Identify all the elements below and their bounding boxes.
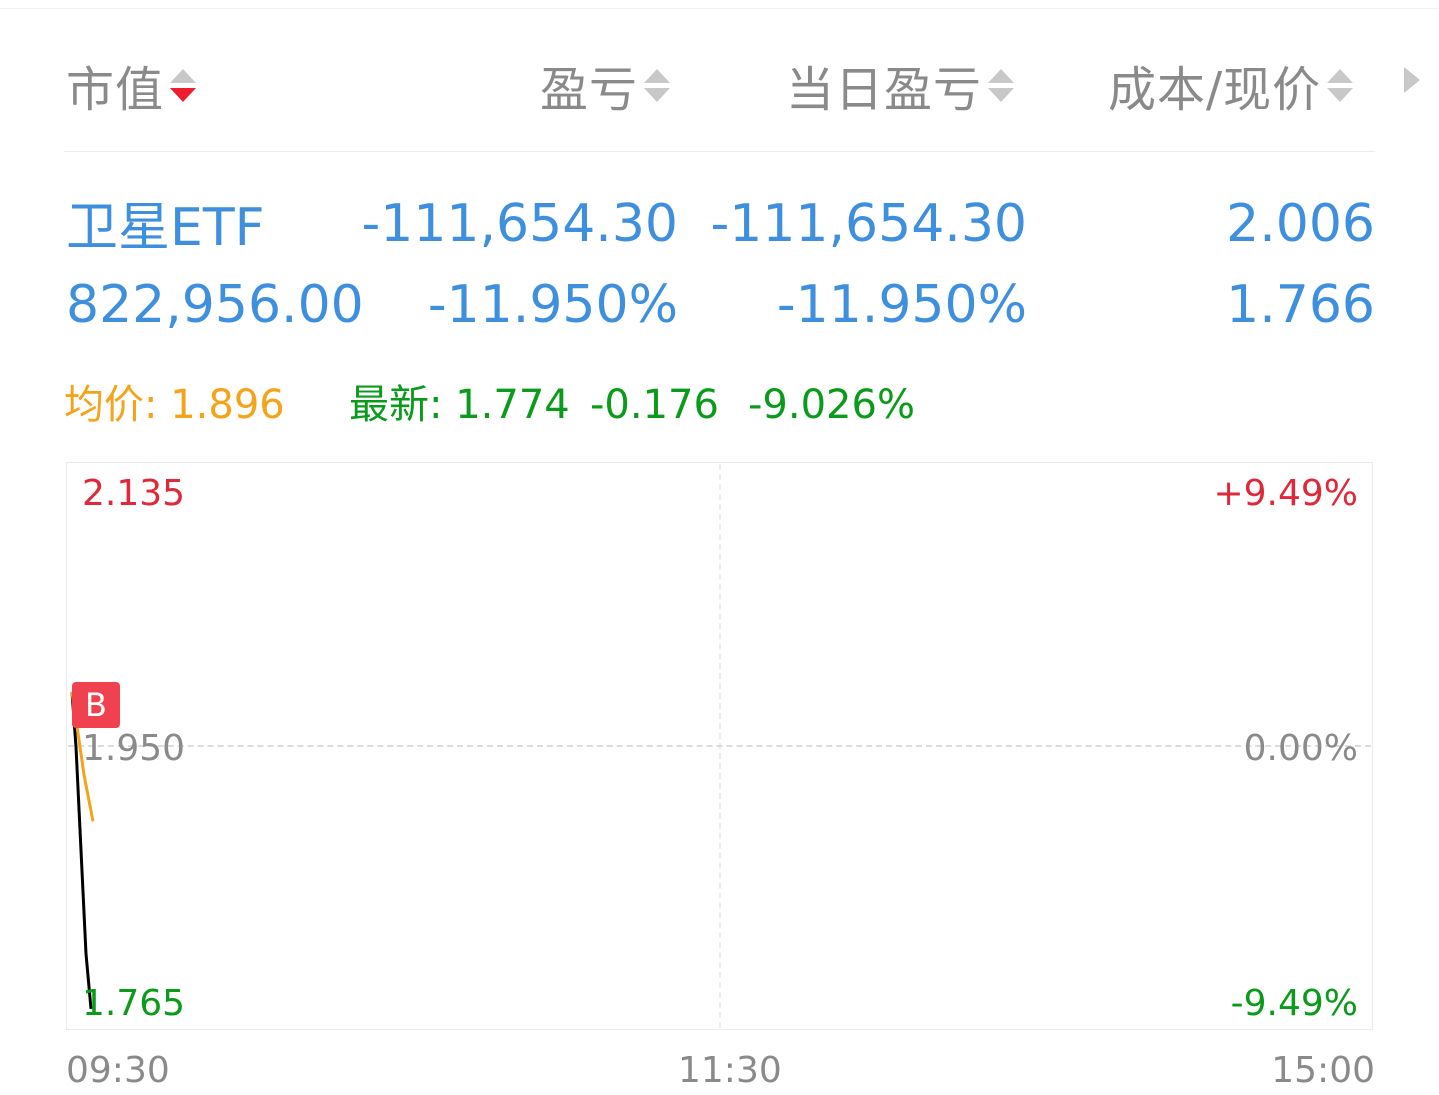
y-label-mid: 1.950 [82, 728, 186, 769]
pct-label-low: -9.49% [1230, 983, 1358, 1024]
x-label-open: 09:30 [66, 1050, 170, 1091]
buy-marker[interactable]: B [72, 682, 120, 728]
y-label-high: 2.135 [82, 473, 186, 514]
y-label-low: 1.765 [82, 983, 186, 1024]
x-label-midday: 11:30 [678, 1050, 782, 1091]
x-label-close: 15:00 [1271, 1050, 1375, 1091]
pct-label-mid: 0.00% [1243, 728, 1358, 769]
pct-label-high: +9.49% [1213, 473, 1358, 514]
chart-plot [70, 683, 95, 1010]
